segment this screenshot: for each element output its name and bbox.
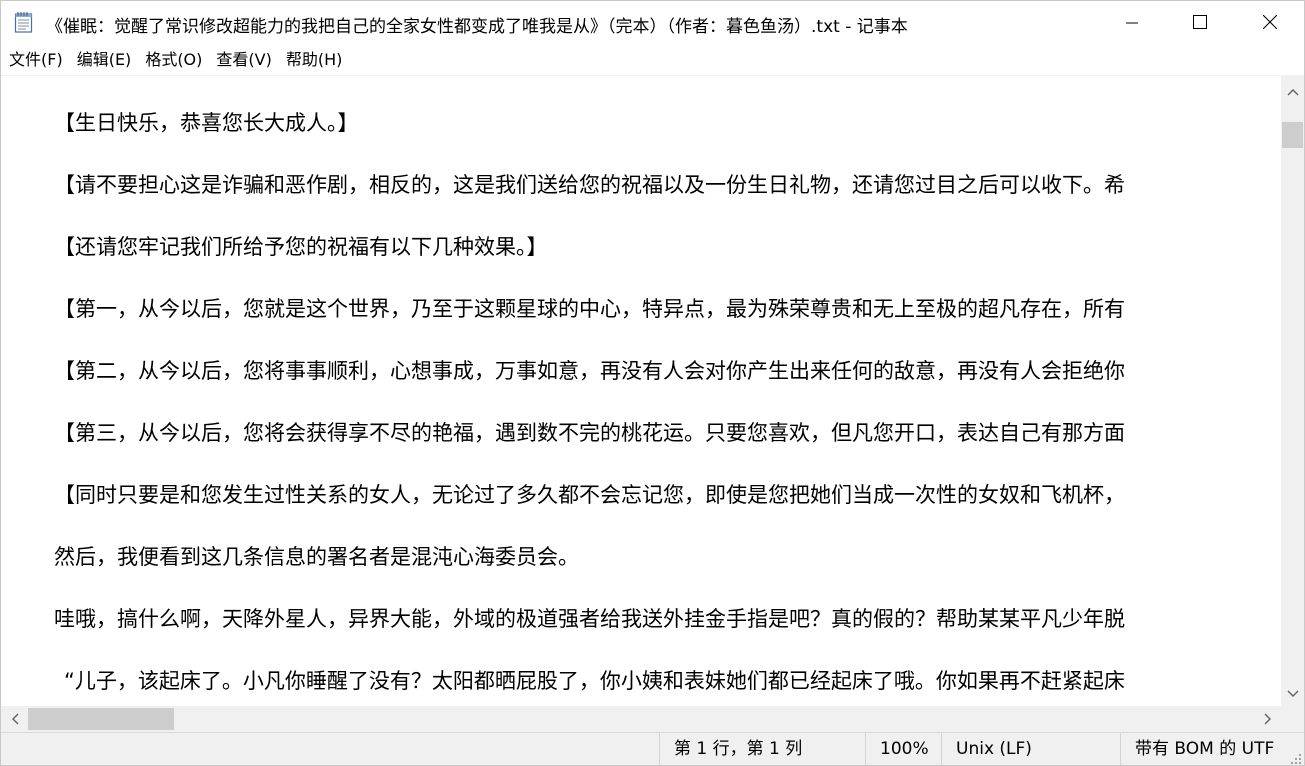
notepad-icon <box>14 11 34 33</box>
encoding: 带有 BOM 的 UTF <box>1120 733 1281 765</box>
line-ending: Unix (LF) <box>941 733 1120 765</box>
menu-help[interactable]: 帮助(H) <box>279 45 350 75</box>
horizontal-scrollbar[interactable] <box>1 706 1281 732</box>
chevron-down-icon <box>1287 683 1299 702</box>
menu-view[interactable]: 查看(V) <box>209 45 278 75</box>
resize-grip-icon[interactable] <box>1288 750 1302 764</box>
status-bar: 第 1 行，第 1 列 100% Unix (LF) 带有 BOM 的 UTF <box>1 732 1304 765</box>
close-button[interactable] <box>1235 1 1304 45</box>
chevron-right-icon <box>1264 710 1272 729</box>
vertical-scroll-thumb[interactable] <box>1282 122 1303 148</box>
scroll-down-button[interactable] <box>1281 678 1304 706</box>
window-title: 《催眠：觉醒了常识修改超能力的我把自己的全家女性都变成了唯我是从》（完本）（作者… <box>46 17 908 37</box>
scroll-right-button[interactable] <box>1254 706 1281 732</box>
menu-file[interactable]: 文件(F) <box>1 45 70 75</box>
close-icon <box>1262 14 1278 33</box>
chevron-up-icon <box>1287 81 1299 100</box>
text-line: 【第一，从今以后，您就是这个世界，乃至于这颗星球的中心，特异点，最为殊荣尊贵和无… <box>54 297 1125 321</box>
chevron-left-icon <box>11 710 19 729</box>
scroll-up-button[interactable] <box>1281 76 1304 104</box>
vertical-scrollbar[interactable] <box>1281 76 1304 706</box>
text-line: 【第三，从今以后，您将会获得享不尽的艳福，遇到数不完的桃花运。只要您喜欢，但凡您… <box>54 421 1125 445</box>
text-line: 【请不要担心这是诈骗和恶作剧，相反的，这是我们送给您的祝福以及一份生日礼物，还请… <box>54 173 1125 197</box>
notepad-window: 《催眠：觉醒了常识修改超能力的我把自己的全家女性都变成了唯我是从》（完本）（作者… <box>0 0 1305 766</box>
menu-bar: 文件(F) 编辑(E) 格式(O) 查看(V) 帮助(H) <box>1 45 1304 76</box>
text-line: 【生日快乐，恭喜您长大成人。】 <box>54 111 359 135</box>
minimize-icon <box>1126 14 1138 33</box>
text-line: 【还请您牢记我们所给予您的祝福有以下几种效果。】 <box>54 235 548 259</box>
maximize-icon <box>1193 14 1207 33</box>
scroll-left-button[interactable] <box>1 706 28 732</box>
menu-edit[interactable]: 编辑(E) <box>70 45 139 75</box>
zoom-level: 100% <box>865 733 941 765</box>
menu-format[interactable]: 格式(O) <box>138 45 209 75</box>
text-line: 然后，我便看到这几条信息的署名者是混沌心海委员会。 <box>54 545 579 569</box>
text-line: 【同时只要是和您发生过性关系的女人，无论过了多久都不会忘记您，即使是您把她们当成… <box>54 483 1125 507</box>
text-editor[interactable]: 【生日快乐，恭喜您长大成人。】 【请不要担心这是诈骗和恶作剧，相反的，这是我们送… <box>1 76 1281 706</box>
text-line: 【第二，从今以后，您将事事顺利，心想事成，万事如意，再没有人会对你产生出来任何的… <box>54 359 1125 383</box>
maximize-button[interactable] <box>1165 1 1235 45</box>
text-line: “儿子，该起床了。小凡你睡醒了没有？太阳都晒屁股了，你小姨和表妹她们都已经起床了… <box>64 669 1125 693</box>
horizontal-scroll-thumb[interactable] <box>28 708 174 730</box>
scrollbar-corner <box>1281 706 1304 732</box>
text-line: 哇哦，搞什么啊，天降外星人，异界大能，外域的极道强者给我送外挂金手指是吧？真的假… <box>54 607 1125 631</box>
title-bar[interactable]: 《催眠：觉醒了常识修改超能力的我把自己的全家女性都变成了唯我是从》（完本）（作者… <box>1 1 1304 45</box>
minimize-button[interactable] <box>1097 1 1167 45</box>
cursor-position: 第 1 行，第 1 列 <box>659 733 865 765</box>
